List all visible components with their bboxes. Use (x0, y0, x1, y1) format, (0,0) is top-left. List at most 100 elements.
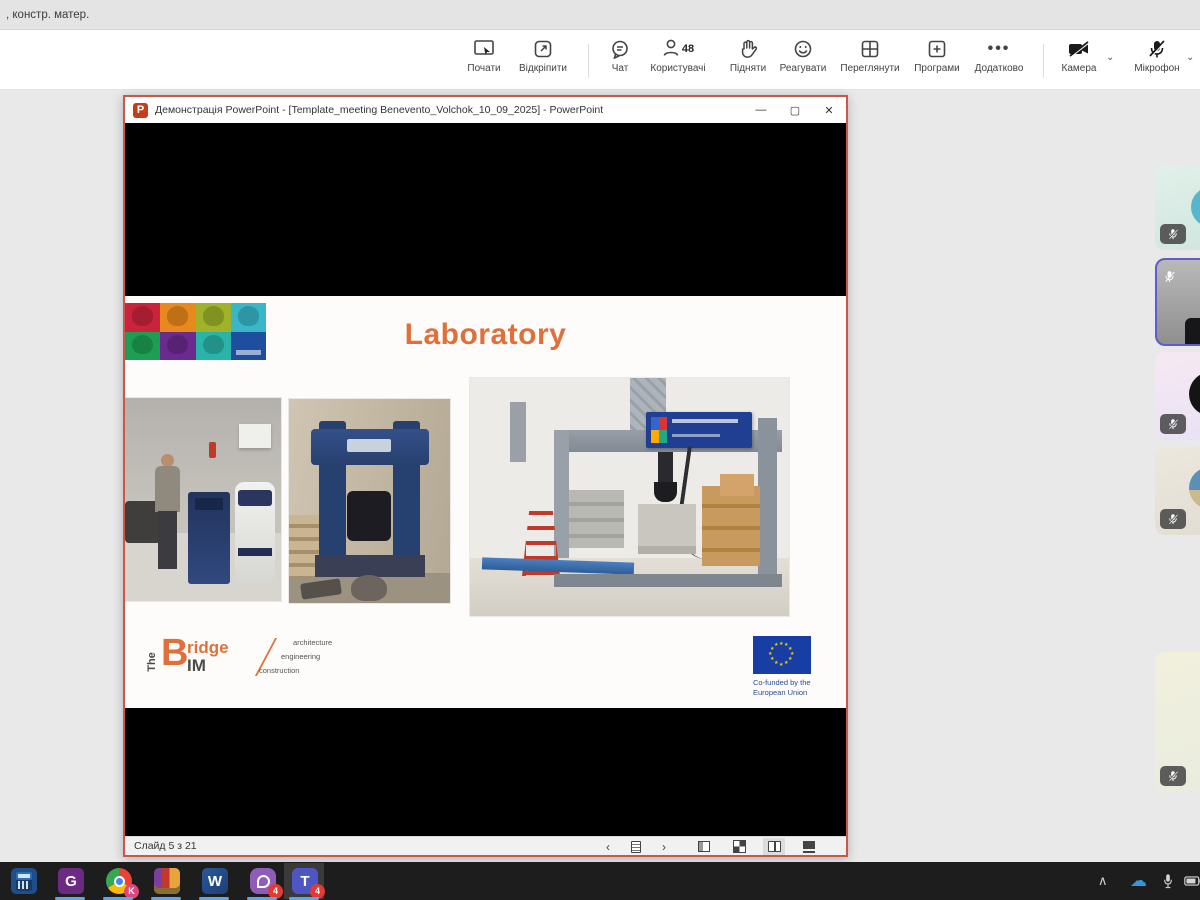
photo-gantry-left-column (554, 430, 569, 558)
slide-title: Laboratory (125, 318, 846, 352)
participant-tile[interactable] (1155, 165, 1200, 250)
participant-tile[interactable] (1155, 352, 1200, 440)
slide-counter: Слайд 5 з 21 (134, 840, 197, 852)
camera-off-icon (1067, 38, 1091, 60)
minimize-button[interactable]: — (744, 97, 778, 123)
view-button[interactable]: Переглянути (835, 38, 905, 74)
photo-kiosk-screen (238, 490, 272, 506)
participant-tile[interactable] (1155, 652, 1200, 792)
taskbar-calculator-icon[interactable] (10, 867, 38, 895)
mic-muted-overlay-icon (1163, 270, 1176, 288)
participant-tile-active-video[interactable] (1155, 258, 1200, 346)
next-slide-button[interactable]: › (653, 838, 675, 855)
taskbar-chrome-icon[interactable]: K (105, 867, 133, 895)
react-button[interactable]: Реагувати (768, 38, 838, 74)
mic-button[interactable]: Мікрофон (1122, 38, 1192, 74)
photo-test-specimen (638, 504, 696, 554)
bridge-logo-b: B (161, 634, 188, 672)
mic-options-chevron[interactable]: ⌄ (1186, 52, 1194, 63)
more-label: Додатково (975, 63, 1024, 74)
meeting-toolbar: Почати Відкріпити Чат 48 Користувачі Під… (0, 30, 1200, 90)
photo-wall-shelves (566, 490, 624, 548)
people-icon (662, 38, 680, 61)
teams-icon: T (300, 873, 309, 890)
bridge-logo-line: architecture (293, 638, 332, 647)
normal-view-button[interactable] (693, 838, 715, 855)
eu-cofunded-block: ★★ ★★ ★★ ★★ ★★ ★★ Co-funded by the Europ… (753, 636, 833, 698)
grid-view-icon (860, 38, 880, 60)
participants-label: Користувачі (650, 63, 705, 74)
reading-view-button[interactable] (763, 838, 785, 855)
participants-count-badge: 48 (682, 43, 694, 55)
powerpoint-statusbar: Слайд 5 з 21 ‹ › (125, 836, 846, 855)
taskbar-g-app-icon[interactable]: G (57, 867, 85, 895)
mic-muted-badge (1160, 414, 1186, 434)
apps-button[interactable]: Програми (902, 38, 972, 74)
photo-load-head (654, 482, 677, 502)
word-icon: W (202, 868, 228, 894)
photo-wall-duct (510, 402, 526, 462)
slide-menu-button[interactable] (625, 838, 647, 855)
slide-sorter-button[interactable] (728, 838, 750, 855)
present-label: Почати (467, 63, 500, 74)
camera-button[interactable]: Камера (1044, 38, 1114, 74)
smiley-icon (793, 38, 813, 60)
photo-press-crosshead (195, 498, 223, 510)
react-label: Реагувати (780, 63, 827, 74)
participant-avatar (1189, 467, 1200, 509)
taskbar-teams-icon[interactable]: T 4 (291, 867, 319, 895)
mic-label: Мікрофон (1134, 63, 1179, 74)
photo-compression-machine (289, 399, 450, 603)
tray-mic-icon[interactable] (1162, 862, 1174, 900)
presentation-canvas: Laboratory (125, 123, 846, 838)
slide-menu-icon (631, 841, 641, 853)
taskbar-viber-icon[interactable]: 4 (249, 867, 277, 895)
eu-caption-line1: Co-funded by the (753, 678, 833, 688)
unpin-button[interactable]: Відкріпити (508, 38, 578, 74)
mic-muted-badge (1160, 766, 1186, 786)
chrome-icon (114, 876, 125, 887)
raise-hand-label: Підняти (730, 63, 766, 74)
photo-actuator (658, 452, 673, 486)
photo-fire-extinguisher (209, 442, 216, 458)
battery-icon[interactable] (1184, 862, 1200, 900)
camera-options-chevron[interactable]: ⌄ (1106, 52, 1114, 63)
bridge-bim-logo: The B ridge IM architecture engineering … (143, 636, 403, 692)
onedrive-cloud-icon[interactable]: ☁ (1130, 862, 1147, 900)
bridge-logo-im: IM (187, 656, 206, 676)
photo-cardboard-boxes (702, 486, 760, 566)
eu-caption-line2: European Union (753, 688, 833, 698)
powerpoint-titlebar[interactable]: P Демонстрація PowerPoint - [Template_me… (125, 97, 846, 123)
close-button[interactable]: ✕ (812, 97, 846, 123)
reading-view-icon (768, 841, 781, 852)
participants-button[interactable]: 48 Користувачі (643, 38, 713, 74)
powerpoint-window-title: Демонстрація PowerPoint - [Template_meet… (155, 104, 603, 116)
participant-avatar (1191, 187, 1200, 227)
more-button[interactable]: ••• Додатково (964, 38, 1034, 74)
photo-banner-logo (651, 417, 667, 443)
photo-lab-machines-person (125, 398, 281, 601)
photo-banner-text-line (672, 434, 720, 437)
taskbar-winrar-icon[interactable] (153, 867, 181, 895)
tray-chevron[interactable]: ∧ (1098, 862, 1108, 900)
mic-off-icon (1147, 38, 1167, 60)
window-title-strip: , констр. матер. (0, 0, 1200, 30)
viber-icon (257, 875, 270, 888)
maximize-button[interactable]: ▢ (778, 97, 812, 123)
slide: Laboratory (125, 296, 846, 708)
participant-tile[interactable] (1155, 447, 1200, 535)
eu-flag: ★★ ★★ ★★ ★★ ★★ ★★ (753, 636, 811, 674)
bridge-logo-the: The (146, 645, 158, 679)
slideshow-view-button[interactable] (798, 838, 820, 855)
g-app-icon: G (58, 868, 84, 894)
windows-taskbar: G K W 4 T 4 ∧ ☁ (0, 862, 1200, 900)
slideshow-icon (803, 841, 815, 853)
previous-slide-button[interactable]: ‹ (597, 838, 619, 855)
calculator-icon (16, 872, 32, 891)
powerpoint-app-icon: P (133, 103, 148, 118)
apps-plus-icon (927, 38, 947, 60)
more-dots-icon: ••• (988, 38, 1011, 60)
photo-press-base (315, 555, 425, 577)
taskbar-word-icon[interactable]: W (201, 867, 229, 895)
photo-person-body (155, 466, 180, 512)
